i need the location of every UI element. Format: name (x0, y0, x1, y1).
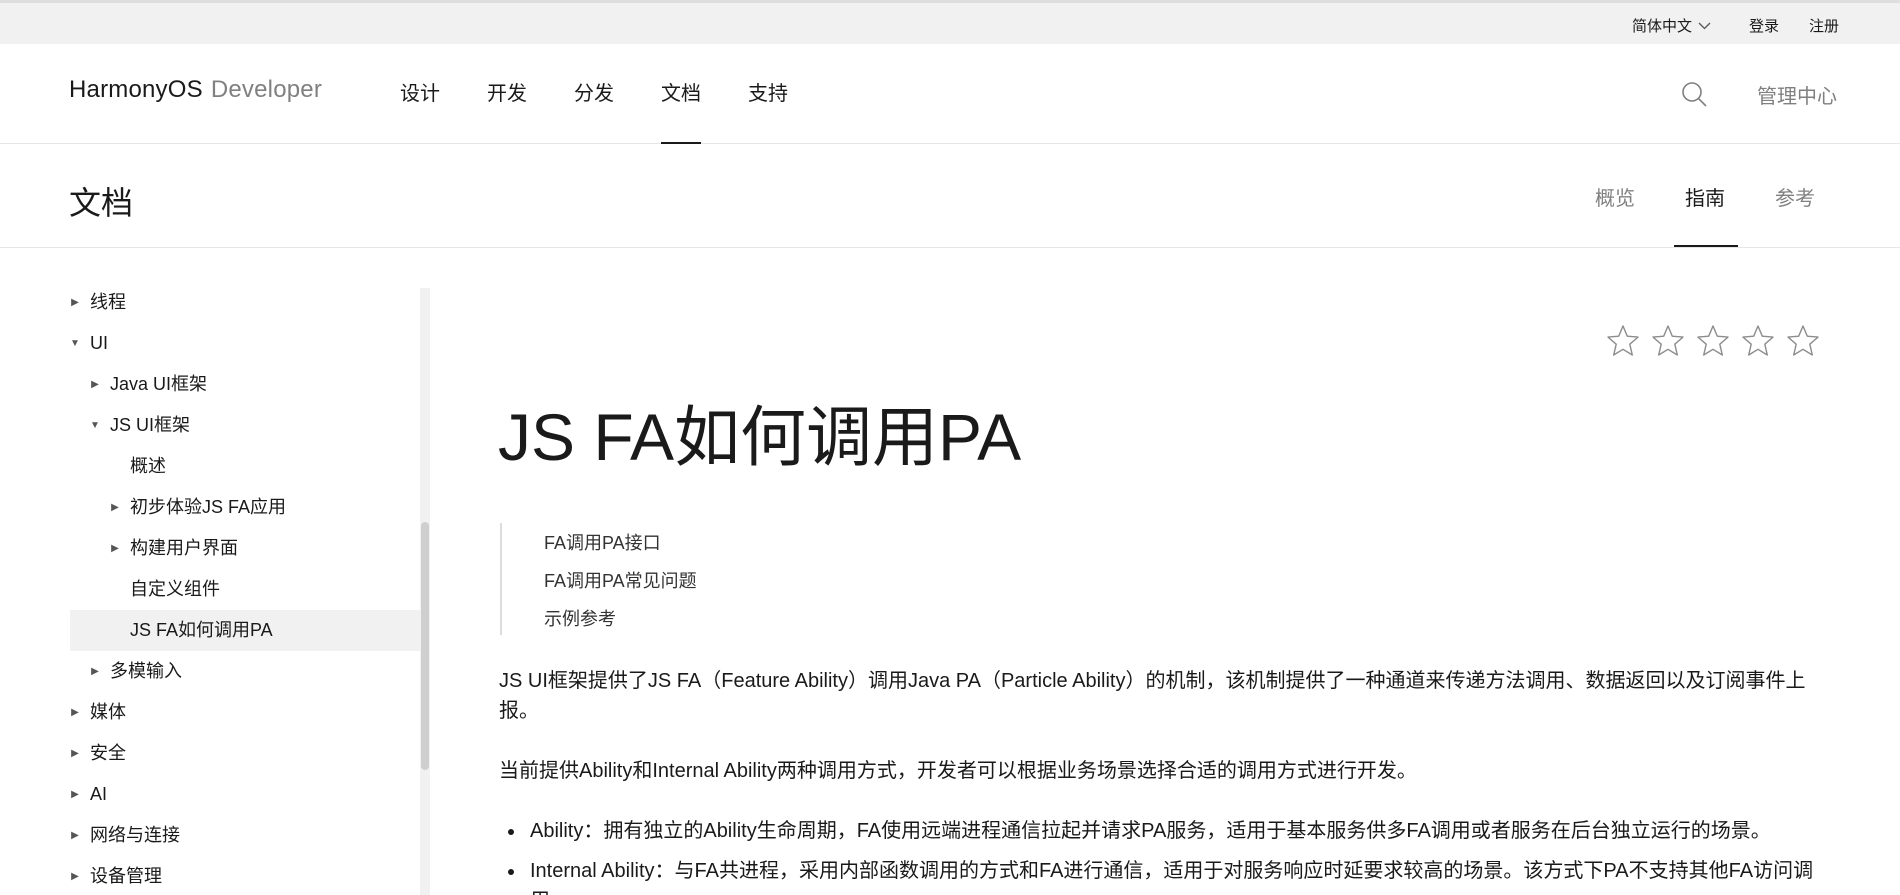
language-selector[interactable]: 简体中文 (1632, 15, 1711, 36)
sidebar-item-build-ui[interactable]: ▶ 构建用户界面 (70, 528, 420, 569)
page-title: JS FA如何调用PA (498, 400, 1022, 474)
primary-nav: 设计 开发 分发 文档 支持 (400, 44, 835, 144)
sidebar-item-label: AI (90, 784, 108, 804)
sidebar-item-device-management[interactable]: ▶ 设备管理 (70, 856, 420, 895)
login-link[interactable]: 登录 (1749, 15, 1779, 36)
language-label: 简体中文 (1632, 18, 1693, 35)
sidebar-item-label: 初步体验JS FA应用 (130, 497, 287, 517)
caret-right-icon: ▶ (111, 543, 119, 554)
bullet-dot (508, 869, 514, 875)
caret-right-icon: ▶ (71, 748, 79, 759)
section-title: 文档 (69, 185, 134, 221)
modes-paragraph: 当前提供Ability和Internal Ability两种调用方式，开发者可以… (499, 760, 1417, 782)
star-icon[interactable] (1606, 324, 1640, 358)
sidebar-item-js-ui[interactable]: ▼ JS UI框架 (70, 405, 420, 446)
caret-right-icon: ▶ (111, 502, 119, 513)
sidebar-item-multimodal-input[interactable]: ▶ 多模输入 (70, 651, 420, 692)
nav-item-design[interactable]: 设计 (400, 44, 440, 144)
sidebar-item-label: 自定义组件 (130, 579, 220, 599)
sidebar-item-label: 多模输入 (110, 661, 182, 681)
caret-right-icon: ▶ (71, 830, 79, 841)
sidebar-item-ui[interactable]: ▼ UI (70, 323, 420, 364)
caret-down-icon: ▼ (70, 338, 80, 349)
sidebar-item-threads[interactable]: ▶ 线程 (70, 282, 420, 323)
tab-overview[interactable]: 概览 (1595, 182, 1635, 211)
logo-brand: HarmonyOS (69, 76, 203, 103)
star-icon[interactable] (1651, 324, 1685, 358)
star-icon[interactable] (1741, 324, 1775, 358)
caret-right-icon: ▶ (71, 789, 79, 800)
caret-right-icon: ▶ (91, 379, 99, 390)
list-item-text: Internal Ability：与FA共进程，采用内部函数调用的方式和FA进行… (530, 860, 1814, 895)
star-icon[interactable] (1696, 324, 1730, 358)
chevron-down-icon (1698, 22, 1711, 30)
sidebar-item-network[interactable]: ▶ 网络与连接 (70, 815, 420, 856)
sidebar-item-java-ui[interactable]: ▶ Java UI框架 (70, 364, 420, 405)
nav-item-distribute[interactable]: 分发 (574, 44, 614, 144)
logo-sub: Developer (210, 76, 323, 103)
list-item: Internal Ability：与FA共进程，采用内部函数调用的方式和FA进行… (508, 856, 1830, 895)
caret-down-icon: ▼ (90, 420, 100, 431)
sidebar-item-label: 线程 (90, 292, 126, 312)
docs-subheader: 文档 概览 指南 参考 (0, 144, 1900, 248)
main-header: HarmonyOS Developer 设计 开发 分发 文档 支持 管理中心 (0, 44, 1900, 144)
site-logo[interactable]: HarmonyOS Developer (69, 76, 322, 104)
sidebar-item-label: 构建用户界面 (130, 538, 238, 558)
caret-right-icon: ▶ (71, 871, 79, 882)
sidebar-item-custom-components[interactable]: 自定义组件 (70, 569, 420, 610)
toc-link-faq[interactable]: FA调用PA常见问题 (544, 567, 697, 593)
tab-guide[interactable]: 指南 (1685, 182, 1725, 211)
tab-reference[interactable]: 参考 (1775, 182, 1815, 211)
sidebar-item-label: 概述 (130, 456, 166, 476)
sidebar-item-label: JS FA如何调用PA (130, 620, 273, 640)
sidebar-item-label: 网络与连接 (90, 825, 180, 845)
bullet-dot (508, 829, 514, 835)
list-item: Ability：拥有独立的Ability生命周期，FA使用远端进程通信拉起并请求… (508, 816, 1830, 846)
register-link[interactable]: 注册 (1809, 15, 1839, 36)
active-tab-indicator (1674, 245, 1738, 247)
sidebar-item-media[interactable]: ▶ 媒体 (70, 692, 420, 733)
sidebar-item-overview[interactable]: 概述 (70, 446, 420, 487)
sidebar-item-label: 设备管理 (90, 866, 162, 886)
toc-link-examples[interactable]: 示例参考 (544, 605, 616, 631)
caret-right-icon: ▶ (71, 707, 79, 718)
intro-paragraph: JS UI框架提供了JS FA（Feature Ability）调用Java P… (499, 670, 1806, 722)
caret-right-icon: ▶ (71, 297, 79, 308)
table-of-contents: FA调用PA接口 FA调用PA常见问题 示例参考 (500, 523, 900, 635)
sidebar-item-label: 安全 (90, 743, 126, 763)
nav-item-support[interactable]: 支持 (748, 44, 788, 144)
rating-stars (1606, 324, 1820, 358)
manage-center-link[interactable]: 管理中心 (1757, 80, 1837, 109)
sidebar-item-ai[interactable]: ▶ AI (70, 774, 420, 815)
star-icon[interactable] (1786, 324, 1820, 358)
nav-item-develop[interactable]: 开发 (487, 44, 527, 144)
list-item-text: Ability：拥有独立的Ability生命周期，FA使用远端进程通信拉起并请求… (530, 820, 1771, 842)
caret-right-icon: ▶ (91, 666, 99, 677)
sidebar-item-js-fa-call-pa[interactable]: JS FA如何调用PA (70, 610, 420, 651)
sidebar-item-first-js-fa[interactable]: ▶ 初步体验JS FA应用 (70, 487, 420, 528)
toc-link-fa-call-pa-api[interactable]: FA调用PA接口 (544, 529, 661, 555)
sidebar-item-label: Java UI框架 (110, 374, 208, 394)
sidebar-item-label: UI (90, 333, 108, 353)
sidebar-item-security[interactable]: ▶ 安全 (70, 733, 420, 774)
sidebar-item-label: 媒体 (90, 702, 126, 722)
top-utility-bar: 简体中文 登录 注册 (0, 0, 1900, 44)
search-icon[interactable] (1680, 80, 1708, 108)
sidebar-scrollbar-thumb[interactable] (421, 522, 429, 770)
nav-item-docs[interactable]: 文档 (661, 44, 701, 144)
sidebar-item-label: JS UI框架 (110, 415, 191, 435)
